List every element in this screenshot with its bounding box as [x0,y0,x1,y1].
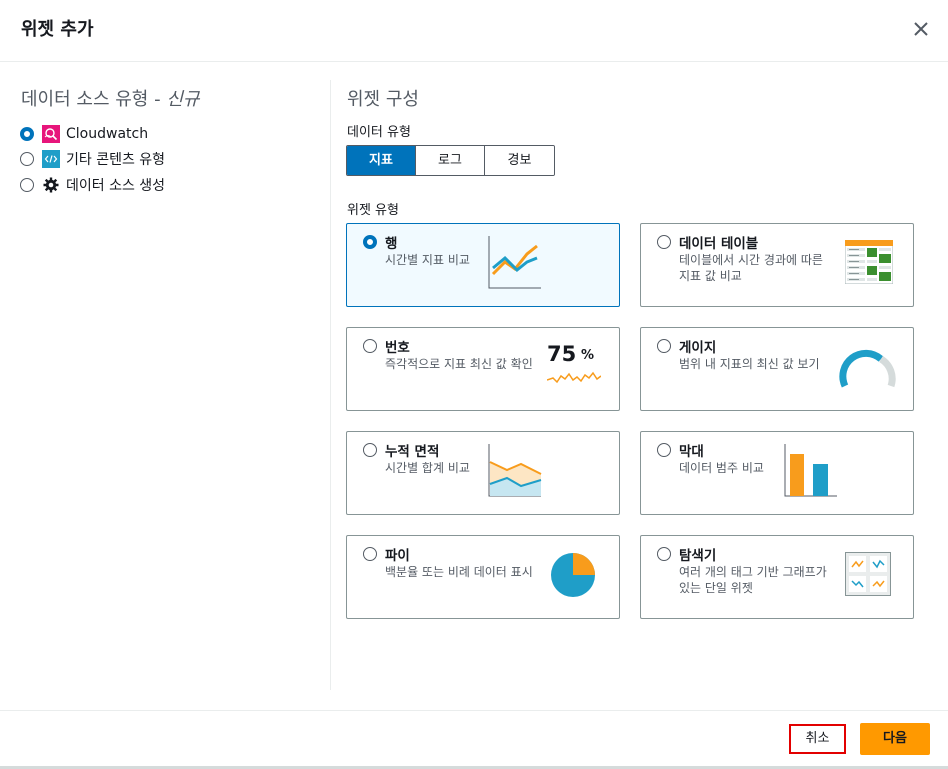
gauge-icon [839,349,896,388]
data-type-logs-button[interactable]: 로그 [416,146,485,175]
widget-card-gauge[interactable]: 게이지 범위 내 지표의 최신 값 보기 [640,327,914,411]
widget-type-label: 위젯 유형 [347,203,399,218]
gear-icon [42,176,60,194]
widget-card-data-table[interactable]: 데이터 테이블 테이블에서 시간 경과에 따른 지표 값 비교 [640,223,914,307]
cloudwatch-icon [42,125,60,143]
widget-name: 누적 면적 [385,444,440,460]
cancel-button[interactable]: 취소 [789,724,846,754]
widget-card-pie[interactable]: 파이 백분율 또는 비례 데이터 표시 [346,535,620,619]
widget-description: 여러 개의 태그 기반 그래프가 있는 단일 위젯 [679,565,827,595]
data-type-label: 데이터 유형 [347,125,411,140]
radio-unselected[interactable] [657,339,671,353]
code-icon [42,150,60,168]
data-source-title-text: 데이터 소스 유형 - [21,89,167,110]
data-type-metrics-button[interactable]: 지표 [347,146,416,175]
data-table-icon [845,240,893,284]
new-label: 신규 [166,89,200,110]
widget-description: 즉각적으로 지표 최신 값 확인 [385,357,533,371]
source-label: 데이터 소스 생성 [66,178,166,194]
radio-unselected[interactable] [363,547,377,561]
radio-unselected[interactable] [363,339,377,353]
line-chart-icon [488,236,541,289]
radio-unselected[interactable] [20,178,34,192]
source-option-cloudwatch[interactable]: Cloudwatch [20,123,148,145]
pane-divider [330,80,331,690]
widget-description: 백분율 또는 비례 데이터 표시 [385,565,533,579]
widget-name: 탐색기 [679,548,717,564]
widget-name: 파이 [385,548,410,564]
source-label: Cloudwatch [66,126,149,142]
preview-value: 75 [547,342,577,366]
widget-config-title: 위젯 구성 [347,89,419,110]
source-label: 기타 콘텐츠 유형 [66,152,166,168]
close-icon[interactable] [910,18,932,40]
widget-name: 막대 [679,444,704,460]
widget-card-bar[interactable]: 막대 데이터 범주 비교 [640,431,914,515]
stacked-area-icon [488,444,542,497]
widget-name: 행 [385,236,398,252]
radio-unselected[interactable] [20,152,34,166]
widget-card-explorer[interactable]: 탐색기 여러 개의 태그 기반 그래프가 있는 단일 위젯 [640,535,914,619]
data-source-title: 데이터 소스 유형 - 신규 [21,85,199,111]
widget-name: 번호 [385,340,410,356]
dialog-title: 위젯 추가 [21,19,94,40]
sparkline-icon [547,371,601,384]
radio-selected[interactable] [363,235,377,249]
footer-divider [0,710,948,711]
bar-chart-icon [784,444,837,497]
next-button[interactable]: 다음 [860,723,930,755]
data-type-alarms-button[interactable]: 경보 [485,146,554,175]
radio-unselected[interactable] [363,443,377,457]
radio-unselected[interactable] [657,235,671,249]
number-widget-preview: 75 % [547,342,607,392]
widget-card-line[interactable]: 행 시간별 지표 비교 [346,223,620,307]
data-type-segmented-control: 지표 로그 경보 [346,145,555,176]
widget-description: 테이블에서 시간 경과에 따른 지표 값 비교 [679,253,823,283]
radio-selected[interactable] [20,127,34,141]
widget-name: 게이지 [679,340,717,356]
widget-card-stacked-area[interactable]: 누적 면적 시간별 합계 비교 [346,431,620,515]
explorer-icon [845,552,891,596]
dialog-header: 위젯 추가 [0,0,948,62]
source-option-create-data-source[interactable]: 데이터 소스 생성 [20,174,165,196]
widget-card-number[interactable]: 번호 즉각적으로 지표 최신 값 확인 75 % [346,327,620,411]
preview-unit: % [581,348,595,363]
radio-unselected[interactable] [657,547,671,561]
widget-description: 범위 내 지표의 최신 값 보기 [679,357,820,371]
radio-unselected[interactable] [657,443,671,457]
source-option-other-content[interactable]: 기타 콘텐츠 유형 [20,148,165,170]
pie-chart-icon [551,553,595,597]
data-source-panel: 데이터 소스 유형 - 신규 Cloudwatch 기타 콘텐츠 유형 데이터 … [0,62,330,692]
widget-name: 데이터 테이블 [679,236,759,252]
